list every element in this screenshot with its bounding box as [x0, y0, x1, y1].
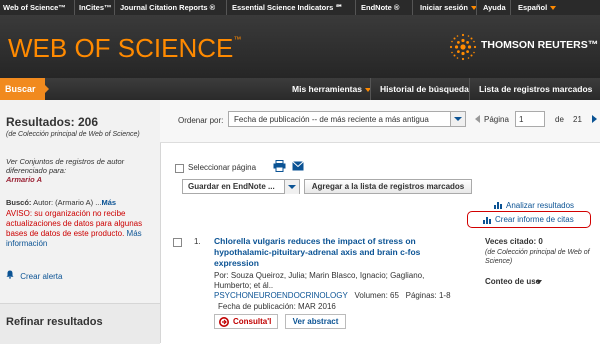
- select-page-checkbox[interactable]: [175, 164, 184, 173]
- page-number-input[interactable]: 1: [515, 111, 545, 127]
- nav-bar: Buscar Mis herramientas Historial de bús…: [0, 78, 600, 100]
- author-name-link[interactable]: Armario A: [6, 175, 42, 184]
- chevron-down-icon: [284, 180, 299, 194]
- search-query: Buscó: Autor: (Armario A) ...Más: [6, 198, 158, 207]
- topbar-link-wos[interactable]: Web of Science™: [3, 3, 66, 12]
- refine-results-title: Refinar resultados: [6, 316, 103, 328]
- bar-chart-icon: [494, 202, 502, 209]
- author-sets-text: Ver Conjuntos de registros de autor dife…: [6, 157, 125, 175]
- results-count: Resultados: 206: [6, 115, 99, 129]
- wos-logo-tm: ™: [233, 35, 242, 44]
- page-label: Página: [484, 115, 509, 124]
- view-abstract-button[interactable]: Ver abstract: [285, 314, 346, 329]
- record-checkbox[interactable]: [173, 238, 182, 247]
- sort-label: Ordenar por:: [178, 116, 224, 125]
- tab-search-history-label: Historial de búsqueda: [380, 84, 469, 94]
- tab-my-tools[interactable]: Mis herramientas: [284, 78, 371, 100]
- tab-search[interactable]: Buscar: [0, 78, 45, 100]
- warning-message: AVISO: su organización no recibe actuali…: [6, 209, 156, 249]
- sort-bar: Ordenar por: Fecha de publicación -- de …: [160, 100, 600, 143]
- consult-button[interactable]: Consulta'l: [214, 314, 278, 329]
- record-pages: Páginas: 1-8: [405, 291, 451, 300]
- header: WEB OF SCIENCE™ THOMSON REUTERS™: [0, 15, 600, 78]
- save-endnote-select[interactable]: Guardar en EndNote ...: [182, 179, 300, 194]
- save-endnote-value: Guardar en EndNote ...: [188, 182, 275, 191]
- citation-report-label: Crear informe de citas: [495, 215, 574, 224]
- thomson-reuters-logo-text: THOMSON REUTERS™: [481, 39, 599, 51]
- topbar-link-jcr[interactable]: Journal Citation Reports ®: [120, 3, 215, 12]
- topbar-link-esi[interactable]: Essential Science Indicators ℠: [232, 3, 343, 12]
- tab-search-history[interactable]: Historial de búsqueda: [371, 78, 469, 100]
- print-icon[interactable]: [273, 160, 286, 172]
- chevron-down-icon[interactable]: [536, 280, 542, 284]
- email-icon[interactable]: [292, 161, 304, 171]
- analyze-results-link[interactable]: Analizar resultados: [494, 201, 574, 210]
- top-bar: Web of Science™ InCites™ Journal Citatio…: [0, 0, 600, 15]
- page-total: 21: [573, 115, 582, 124]
- tab-search-pointer: [45, 85, 49, 93]
- usage-count-toggle[interactable]: Conteo de uso: [485, 277, 541, 286]
- author-sets-note: Ver Conjuntos de registros de autor dife…: [6, 157, 156, 184]
- record-number: 1.: [194, 237, 201, 246]
- page-of-label: de: [555, 115, 564, 124]
- tab-marked-list-label: Lista de registros marcados: [479, 84, 593, 94]
- record-volume: Volumen: 65: [354, 291, 399, 300]
- results-source: (de Colección principal de Web of Scienc…: [6, 131, 140, 138]
- times-cited-source: (de Colección principal de Web of Scienc…: [485, 249, 590, 265]
- tab-marked-list[interactable]: Lista de registros marcados: [470, 78, 600, 100]
- language-menu[interactable]: Español: [518, 3, 557, 12]
- record-title-link[interactable]: Chlorella vulgaris reduces the impact of…: [214, 236, 440, 269]
- topbar-link-incites[interactable]: InCites™: [79, 3, 112, 12]
- signin-menu[interactable]: Iniciar sesión: [420, 3, 477, 12]
- topbar-link-endnote[interactable]: EndNote ®: [361, 3, 399, 12]
- create-alert-label: Crear alerta: [20, 272, 63, 281]
- create-alert-link[interactable]: Crear alerta: [6, 270, 62, 281]
- record-date: Fecha de publicación: MAR 2016: [218, 302, 336, 311]
- page-number-value: 1: [519, 115, 524, 124]
- prev-page-icon[interactable]: [475, 115, 480, 123]
- record-authors: Por: Souza Queiroz, Julia; Marin Blasco,…: [214, 271, 425, 290]
- wos-logo[interactable]: WEB OF SCIENCE™: [8, 33, 241, 64]
- results-sidebar: Resultados: 206 (de Colección principal …: [0, 100, 161, 344]
- journal-link[interactable]: PSYCHONEUROENDOCRINOLOGY: [214, 291, 348, 300]
- help-link[interactable]: Ayuda: [483, 3, 506, 12]
- searched-label: Buscó:: [6, 198, 32, 207]
- select-page-label: Seleccionar página: [188, 163, 257, 172]
- chevron-down-icon: [550, 6, 557, 11]
- citation-report-link[interactable]: Crear informe de citas: [467, 211, 591, 228]
- searched-more-link[interactable]: Más: [101, 198, 116, 207]
- language-label: Español: [518, 3, 548, 12]
- bell-icon: [6, 270, 16, 281]
- searched-value: Autor: (Armario A) ...: [33, 198, 102, 207]
- chevron-down-icon: [450, 112, 465, 126]
- next-page-icon[interactable]: [592, 115, 597, 123]
- sort-select-value: Fecha de publicación -- de más reciente …: [234, 115, 429, 124]
- bar-chart-icon: [483, 217, 491, 224]
- times-cited: Veces citado: 0: [485, 237, 543, 246]
- tab-search-label: Buscar: [5, 84, 36, 94]
- refine-results-header: Refinar resultados: [0, 303, 160, 344]
- add-to-marked-list-label: Agregar a la lista de registros marcados: [311, 182, 465, 191]
- add-to-marked-list-button[interactable]: Agregar a la lista de registros marcados: [304, 179, 472, 194]
- signin-label: Iniciar sesión: [420, 3, 468, 12]
- record-source: PSYCHONEUROENDOCRINOLOGY Volumen: 65 Pág…: [214, 291, 451, 300]
- warning-text: AVISO: su organización no recibe actuali…: [6, 209, 143, 238]
- thomson-reuters-dots-icon: [449, 33, 477, 61]
- sort-select[interactable]: Fecha de publicación -- de más reciente …: [228, 111, 466, 127]
- tab-my-tools-label: Mis herramientas: [292, 84, 362, 94]
- consult-button-label: Consulta'l: [233, 317, 272, 326]
- consult-link-icon: [219, 317, 229, 327]
- view-abstract-label: Ver abstract: [292, 317, 339, 326]
- analyze-results-label: Analizar resultados: [506, 201, 575, 210]
- wos-logo-text: WEB OF SCIENCE: [8, 33, 234, 63]
